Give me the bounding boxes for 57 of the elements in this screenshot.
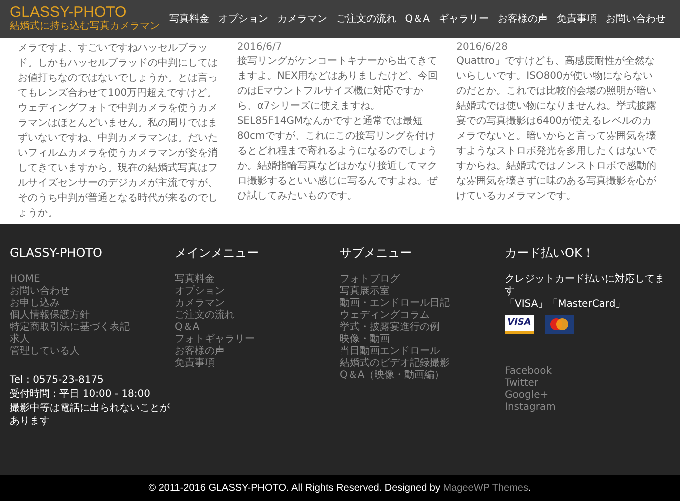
footer-link[interactable]: 免責事項 [175, 358, 340, 370]
nav-link[interactable]: 写真料金 [169, 12, 210, 26]
footer-link[interactable]: 動画・エンドロール日記 [340, 298, 505, 310]
nav-link[interactable]: オプション [218, 12, 268, 26]
footer-link[interactable]: 映像・動画 [340, 334, 505, 346]
nav-link[interactable]: Q＆A [405, 12, 430, 26]
footer-link[interactable]: Facebook [505, 366, 670, 378]
footer-link[interactable]: ご注文の流れ [175, 310, 340, 322]
footer-link[interactable]: HOME [10, 274, 175, 286]
nav-link[interactable]: お問い合わせ [606, 12, 666, 26]
contact-info: 受付時間 : 平日 10:00 - 18:00 [10, 388, 152, 401]
nav-link[interactable]: ご注文の流れ [336, 12, 396, 26]
footer-link[interactable]: 結婚式のビデオ記録撮影 [340, 358, 505, 370]
post-date: 2016/6/28 [456, 41, 509, 54]
footer-link[interactable]: 挙式・披露宴進行の例 [340, 322, 505, 334]
payment-note: クレジットカード払いに対応してます [505, 274, 666, 298]
nav-link[interactable]: カメラマン [277, 12, 328, 26]
footer-link[interactable]: 求人 [10, 334, 175, 346]
nav-link[interactable]: お客様の声 [498, 12, 548, 26]
contact-info: Tel : 0575-23-8175 [10, 374, 105, 387]
footer-heading: メインメニュー [175, 245, 260, 262]
footer-link[interactable]: 当日動画エンドロール [340, 346, 505, 358]
footer-link[interactable]: 管理している人 [10, 346, 175, 358]
footer-link[interactable]: オプション [175, 286, 340, 298]
footer-link[interactable]: フォトギャラリー [175, 334, 340, 346]
footer-link[interactable]: Instagram [505, 402, 670, 414]
copyright-text: © 2011-2016 GLASSY-PHOTO. All Rights Reserved. Designed by MageeWP Themes. [148, 482, 532, 496]
footer-link[interactable]: Q＆A [175, 322, 340, 334]
footer-link[interactable]: 特定商取引法に基づく表記 [10, 322, 175, 334]
footer-link[interactable]: Twitter [505, 378, 670, 390]
footer-link[interactable]: お問い合わせ [10, 286, 175, 298]
footer-heading: カード払いOK！ [505, 245, 596, 262]
card-brands: 「VISA」「MasterCard」 [505, 298, 627, 311]
mastercard-icon [545, 315, 574, 334]
site-tagline: 結婚式に持ち込む写真カメラマン [10, 21, 160, 33]
post-excerpt: 接写リングがケンコートキナーから出てきてますよ。NEX用などはありましたけど、今回のはEマウントフルサイズ機に対応ですから、α7シリーズに使えますね。SEL85F14GMなんかですと通常では最短80cmですが、これにこの接写リングを付けるとどれ程まで寄れるようになるのでしょうか。結婚指輪写真などはかなり接近してマクロ撮影するといい感じに写るんですよね。ぜひ試してみたいものです。 [237, 54, 439, 204]
footer-link[interactable]: Google+ [505, 390, 670, 402]
footer-link[interactable]: フォトブログ [340, 274, 505, 286]
site-logo[interactable]: GLASSY-PHOTO [10, 5, 160, 21]
post-date: 2016/6/7 [237, 41, 284, 54]
footer-link[interactable]: お客様の声 [175, 346, 340, 358]
footer-heading: GLASSY-PHOTO [10, 245, 104, 262]
footer-link[interactable]: ウェディングコラム [340, 310, 505, 322]
footer-link[interactable]: 写真展示室 [340, 286, 505, 298]
designer-link[interactable]: MageeWP Themes [443, 482, 528, 494]
footer-link[interactable]: お申し込み [10, 298, 175, 310]
post-excerpt: Quattro」ですけども、高感度耐性が全然ないらしいです。ISO800が使い物にならないのだとか。これでは比較的会場の照明が暗い結婚式では使い物になりませんね。挙式披露宴での写真撮影は6400が使えるレベルのカメラでないと。暗いからと言って雰囲気を壊すようなストロボ発光を多用したくはないですからね。結婚式ではノンストロボで感動的な雰囲気を壊さずに味のある写真撮影を心がけているカメラマンです。 [456, 54, 658, 204]
footer-link[interactable]: Q＆A（映像・動画編） [340, 370, 505, 382]
footer-link[interactable]: 写真料金 [175, 274, 340, 286]
visa-card-icon: VISA [505, 315, 534, 334]
footer-link[interactable]: カメラマン [175, 298, 340, 310]
contact-info: 撮影中等は電話に出られないことがあります [10, 402, 171, 428]
footer-heading: サブメニュー [340, 245, 413, 262]
post-excerpt: メラですよ、すごいですねハッセルブラッド。しかもハッセルブラッドの中判にしてはお値打ちなのではないでしょうか。とは言ってもレンズ合わせて100万円超えですけど。ウェディングフォトで中判カメラを使うカメラマンはほとんどいません。私の周りではまずいないですね、中判カメラマンは。だいたいフィルムカメラを使うカメラマンが姿を消してきていますから。現在の結婚式写真はフルサイズセンサーのデジカメが主流ですが、そのうち中判が普通となる時代が来るのでしょうか。 [18, 42, 219, 221]
footer-link[interactable]: 個人情報保護方針 [10, 310, 175, 322]
nav-link[interactable]: ギャラリー [439, 12, 489, 26]
nav-link[interactable]: 免責事項 [557, 12, 597, 26]
